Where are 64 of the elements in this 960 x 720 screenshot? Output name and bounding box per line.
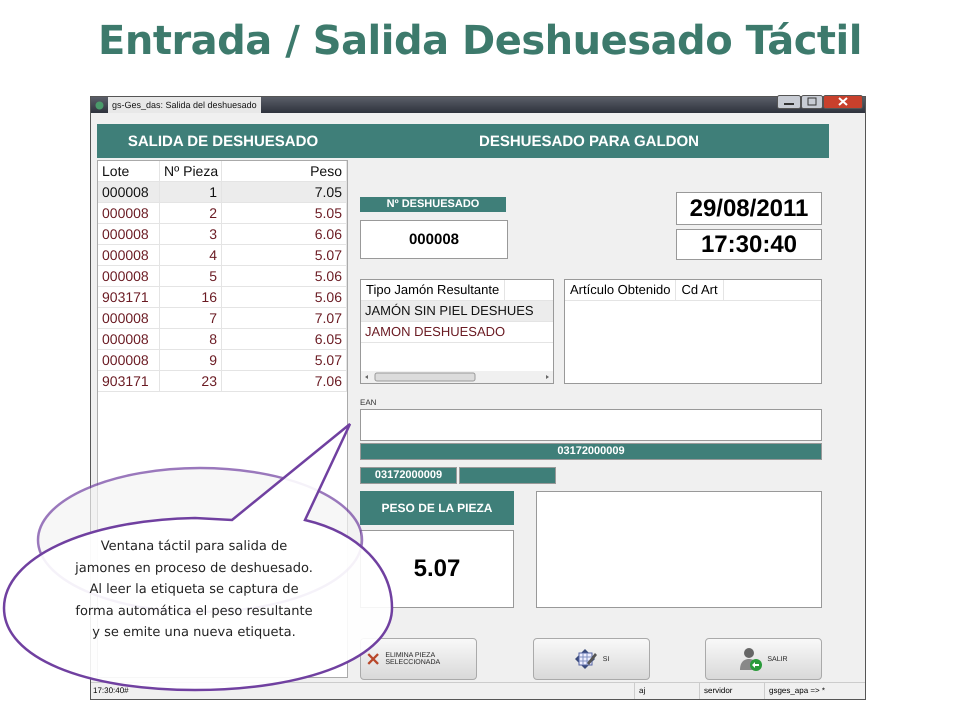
table-cell: 1 [160,182,222,202]
table-cell: 5.06 [222,287,347,307]
table-row[interactable]: 000008 5 5.06 [98,266,347,287]
callout-text: Ventana táctil para salida de jamones en proceso de deshuesado. Al leer la etiqueta se captura de forma automática el peso resultante y se emite una nueva etiqueta. [74,538,314,642]
table-cell: 903171 [98,371,160,391]
table-row[interactable]: 903171 16 5.06 [98,287,347,308]
table-cell: 23 [160,371,222,391]
table-cell: 5.07 [222,350,347,370]
table-cell: 2 [160,203,222,223]
date-display: 29/08/2011 [676,192,822,225]
table-cell: 000008 [98,350,160,370]
table-cell: 903171 [98,287,160,307]
table-cell: 9 [160,350,222,370]
section-subtitle: DESHUESADO PARA GALDON [478,132,700,150]
status-field: aj [634,683,699,699]
ean-code-bar: 03172000009 [360,443,822,460]
field-label: Nº DESHUESADO [360,197,506,212]
table-cell: 5.06 [222,266,347,286]
table-cell: 3 [160,224,222,244]
deshuesado-number: 000008 [360,220,508,259]
table-row[interactable]: 000008 7 7.07 [98,308,347,329]
status-field: servidor [699,683,764,699]
table-row[interactable]: 000008 8 6.05 [98,329,347,350]
time-display: 17:30:40 [676,229,822,260]
slide-title: Entrada / Salida Deshuesado Táctil [98,17,862,66]
field-label: EAN [360,398,378,407]
table-cell: 000008 [98,245,160,265]
table-row[interactable]: 000008 2 5.05 [98,203,347,224]
table-row[interactable]: 000008 4 5.07 [98,245,347,266]
code-label: 03172000009 [360,467,457,484]
column-header: Cd Art [676,280,724,300]
table-cell: 6.06 [222,224,347,244]
weight-label: PESO DE LA PIEZA [360,491,514,525]
section-title: SALIDA DE DESHUESADO [126,132,320,150]
column-header: Tipo Jamón Resultante [361,280,506,300]
table-cell: 7.07 [222,308,347,328]
table-cell: 000008 [98,182,160,202]
table-row[interactable]: 000008 9 5.07 [98,350,347,371]
table-cell: 4 [160,245,222,265]
table-row[interactable]: 000008 1 7.05 [98,182,347,203]
column-header: Lote [98,161,160,181]
table-cell: 000008 [98,266,160,286]
column-header: Peso [222,161,347,181]
status-field: gsges_apa => * [764,683,865,699]
table-cell: 000008 [98,308,160,328]
table-cell: 000008 [98,329,160,349]
table-cell: 7 [160,308,222,328]
column-header: Nº Pieza [160,161,222,181]
table-cell: 8 [160,329,222,349]
table-cell: 7.06 [222,371,347,391]
table-row[interactable]: 903171 23 7.06 [98,371,347,392]
window-title: gs-Ges_das: Salida del deshuesado [108,97,261,113]
table-cell: 000008 [98,203,160,223]
table-cell: 6.05 [222,329,347,349]
column-header: Artículo Obtenido [565,280,676,300]
table-cell: 5.05 [222,203,347,223]
table-cell: 7.05 [222,182,347,202]
table-cell: 16 [160,287,222,307]
table-cell: 5 [160,266,222,286]
table-row[interactable]: 000008 3 6.06 [98,224,347,245]
table-cell: 5.07 [222,245,347,265]
status-text: 17:30:40# [92,685,130,697]
list-item[interactable]: JAMÓN SIN PIEL DESHUES [361,301,553,322]
table-cell: 000008 [98,224,160,244]
